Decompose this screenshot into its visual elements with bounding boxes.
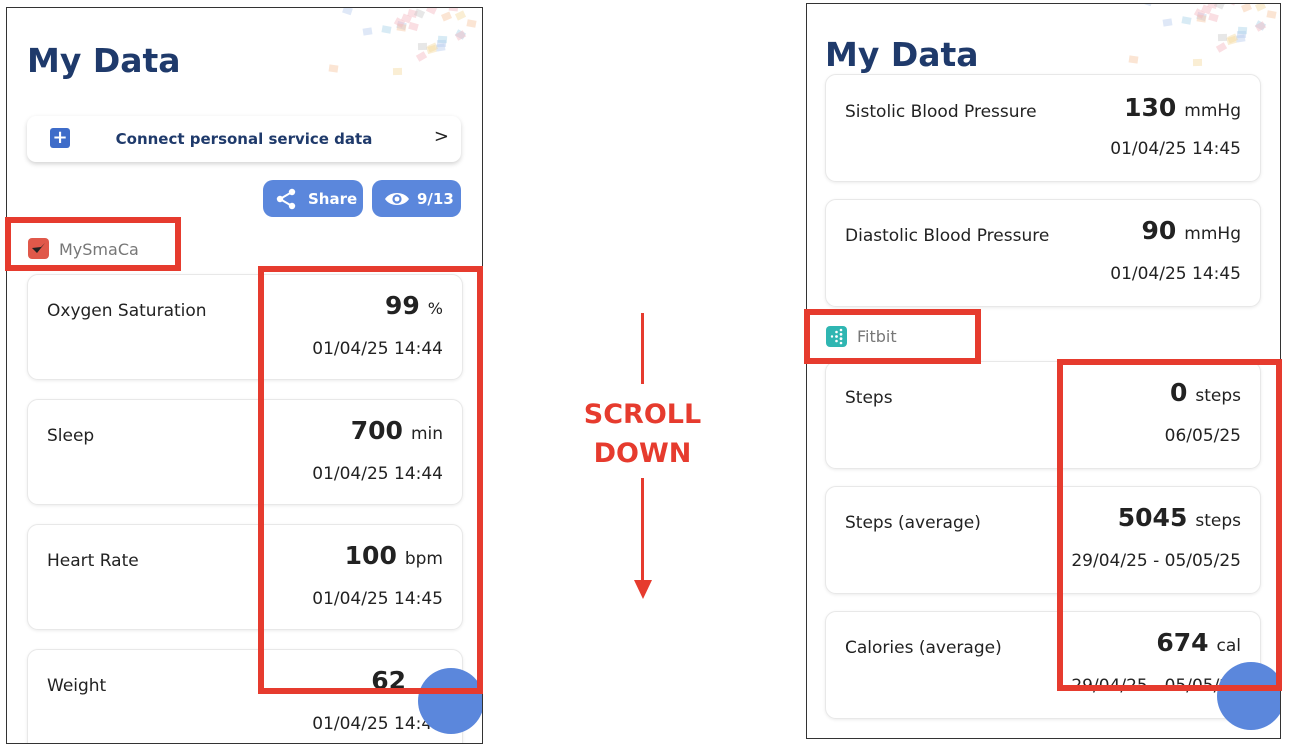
arrow-down-icon	[634, 580, 652, 599]
share-icon	[276, 188, 296, 210]
confetti-piece	[1128, 55, 1139, 64]
share-label: Share	[308, 190, 358, 208]
confetti-piece	[362, 27, 373, 36]
metric-card-diastolic-bp[interactable]: Diastolic Blood Pressure 90 mmHg 01/04/25…	[825, 199, 1261, 307]
highlight-box-values-right	[1057, 359, 1282, 691]
metric-name: Diastolic Blood Pressure	[845, 226, 1050, 246]
page-title: My Data	[825, 35, 979, 74]
confetti-piece	[404, 7, 415, 8]
metric-name: Weight	[47, 676, 107, 696]
confetti-piece	[1255, 4, 1267, 12]
metric-name: Calories (average)	[845, 638, 1002, 658]
confetti-piece	[393, 67, 403, 75]
confetti-piece	[418, 43, 428, 51]
confetti-piece	[466, 18, 477, 28]
confetti-piece	[1142, 4, 1153, 7]
confetti-piece	[1218, 34, 1228, 42]
confetti-piece	[328, 64, 339, 73]
confetti-piece	[1266, 9, 1277, 19]
highlight-box-values-left	[258, 266, 483, 694]
metric-name: Steps	[845, 388, 893, 408]
metric-value: 130 mmHg	[1124, 93, 1241, 122]
chevron-right-icon: >	[433, 126, 449, 147]
scroll-down-annotation: SCROLL DOWN	[560, 395, 725, 473]
confetti-piece	[1241, 4, 1253, 13]
highlight-box-source-fitbit	[804, 309, 981, 364]
confetti-piece	[1193, 58, 1203, 66]
metric-name: Sistolic Blood Pressure	[845, 102, 1037, 122]
confetti-piece	[1226, 4, 1238, 6]
confetti-piece	[448, 8, 459, 12]
scroll-arrow-line-bottom	[641, 478, 644, 584]
metric-name: Sleep	[47, 426, 95, 446]
metric-card-sistolic-bp[interactable]: Sistolic Blood Pressure 130 mmHg 01/04/25…	[825, 74, 1261, 182]
highlight-box-source-mysmaca	[5, 217, 181, 271]
metric-timestamp: 01/04/25 14:45	[1110, 264, 1241, 284]
metric-value: 90 mmHg	[1141, 216, 1242, 245]
confetti-piece	[393, 8, 405, 9]
confetti-piece	[1181, 15, 1192, 25]
confetti-piece	[1215, 42, 1228, 53]
connect-service-label: Connect personal service data	[115, 130, 373, 148]
confetti-piece	[415, 51, 428, 62]
confetti-piece	[1237, 26, 1247, 34]
page-title: My Data	[27, 41, 181, 80]
down-label: DOWN	[593, 438, 692, 469]
scroll-arrow-line-top	[641, 313, 644, 384]
share-button[interactable]: Share	[263, 180, 363, 217]
scroll-label: SCROLL	[583, 399, 702, 430]
metric-name: Oxygen Saturation	[47, 301, 207, 321]
visibility-button[interactable]: 9/13	[372, 180, 461, 217]
confetti-piece	[381, 24, 392, 34]
eye-icon	[385, 193, 409, 205]
confetti-piece	[426, 8, 438, 15]
metric-timestamp: 01/04/25 14:45	[1110, 139, 1241, 159]
connect-service-button[interactable]: + Connect personal service data >	[27, 116, 461, 162]
metric-name: Steps (average)	[845, 513, 981, 533]
confetti-piece	[437, 35, 447, 43]
confetti-piece	[441, 11, 453, 22]
confetti-piece	[1162, 18, 1173, 27]
confetti-piece	[455, 10, 467, 21]
metric-name: Heart Rate	[47, 551, 139, 571]
confetti-piece	[342, 8, 353, 16]
visibility-count: 9/13	[417, 190, 454, 208]
